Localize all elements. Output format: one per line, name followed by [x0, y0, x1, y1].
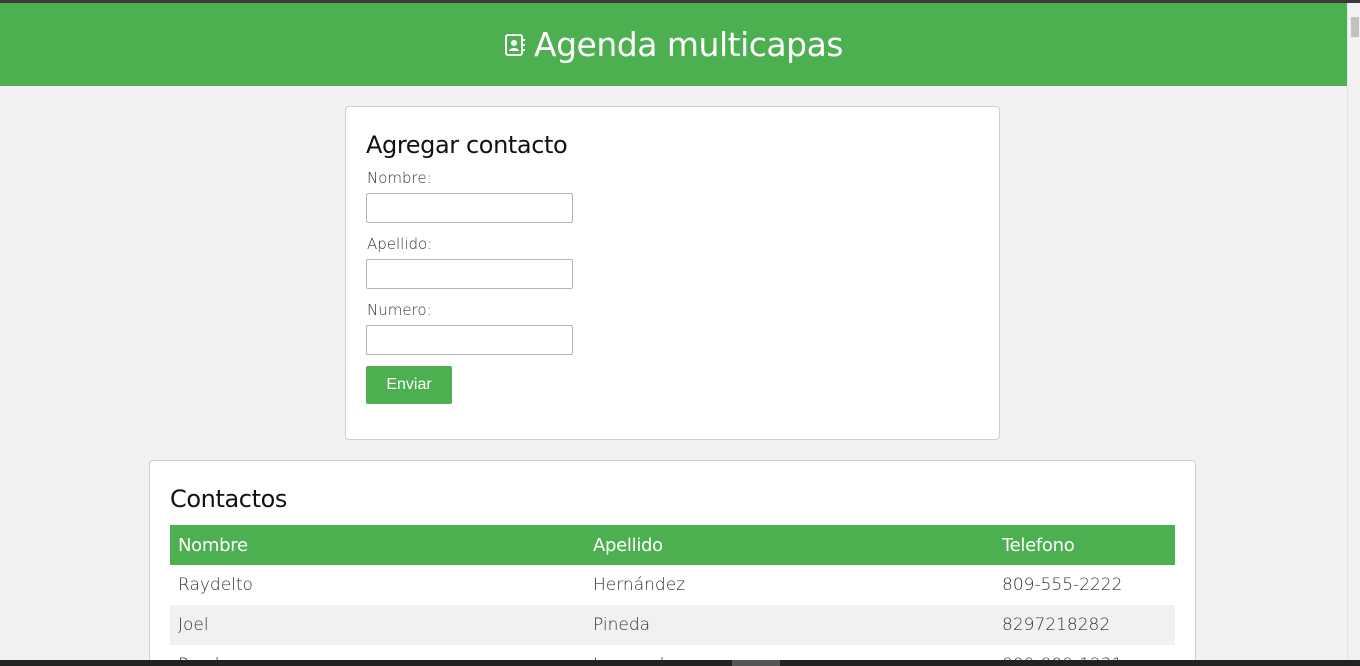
cell-telefono: 8297218282: [994, 605, 1175, 645]
scrollbar-thumb[interactable]: [1351, 17, 1359, 37]
cell-apellido: Pineda: [585, 605, 994, 645]
column-header-telefono: Telefono: [994, 525, 1175, 565]
form-title: Agregar contacto: [366, 131, 568, 159]
column-header-nombre: Nombre: [170, 525, 585, 565]
contacts-table: Nombre Apellido Telefono Raydelto Hernán…: [170, 525, 1175, 666]
table-row: Raydelto Hernández 809-555-2222: [170, 565, 1175, 605]
cell-nombre: Raydelto: [178, 575, 253, 595]
cell-nombre: Joel: [170, 605, 585, 645]
nombre-input[interactable]: [366, 193, 573, 223]
nombre-label: Nombre:: [367, 169, 432, 187]
numero-input[interactable]: [366, 325, 573, 355]
page-title: Agenda multicapas: [504, 25, 843, 64]
apellido-input[interactable]: [366, 259, 573, 289]
horizontal-scrollbar-thumb[interactable]: [732, 660, 780, 666]
column-header-apellido: Apellido: [585, 525, 994, 565]
contacts-title: Contactos: [170, 485, 287, 513]
apellido-label: Apellido:: [367, 235, 433, 253]
add-contact-form: Agregar contacto Nombre: Apellido: Numer…: [345, 106, 1000, 440]
horizontal-scrollbar[interactable]: [0, 660, 1360, 666]
table-header-row: Nombre Apellido Telefono: [170, 525, 1175, 565]
cell-apellido: Hernández: [593, 575, 686, 595]
enviar-button[interactable]: Enviar: [366, 366, 452, 404]
cell-telefono: 809-555-2222: [1002, 575, 1123, 595]
vertical-scrollbar[interactable]: [1347, 3, 1360, 660]
contact-book-icon: [504, 33, 526, 57]
app-header: Agenda multicapas: [0, 3, 1347, 86]
numero-label: Numero:: [367, 301, 432, 319]
page-title-text: Agenda multicapas: [534, 25, 843, 64]
contacts-list: Contactos Nombre Apellido Telefono Rayde…: [149, 460, 1196, 666]
table-row: Joel Pineda 8297218282: [170, 605, 1175, 645]
